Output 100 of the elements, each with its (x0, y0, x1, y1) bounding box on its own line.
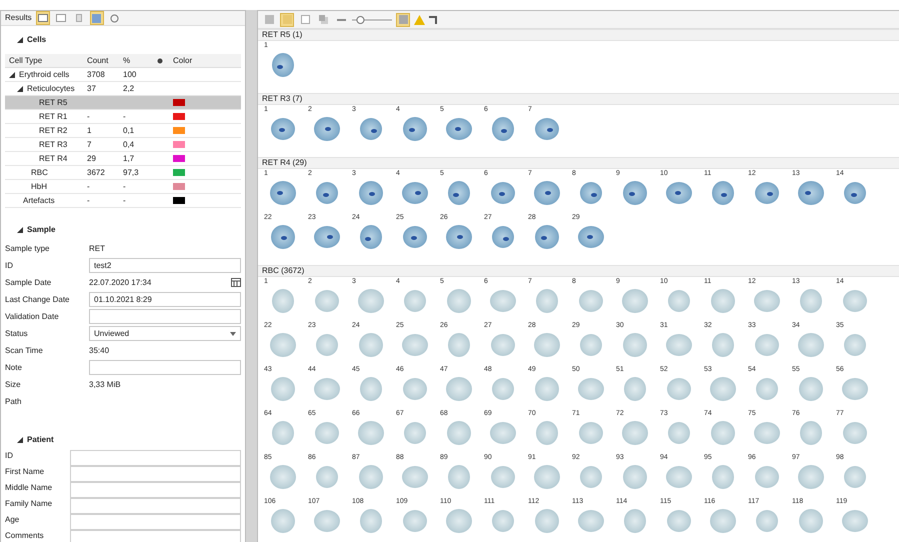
input-field[interactable]: test2 (89, 258, 241, 273)
blood-cell-image[interactable] (532, 462, 562, 492)
table-row[interactable]: RBC 3672 97,3 (5, 166, 241, 180)
blood-cell-image[interactable] (356, 462, 386, 492)
color-swatch[interactable] (173, 127, 185, 134)
blood-cell-image[interactable] (532, 330, 562, 360)
field-label: Note (5, 362, 23, 374)
count-cell-text: 3672 (87, 166, 106, 178)
cell-type-label: Artefacts (23, 194, 55, 206)
blood-cell-image[interactable] (268, 330, 298, 360)
blood-cell-image[interactable] (268, 374, 298, 404)
table-row[interactable]: HbH - - (5, 180, 241, 194)
blood-cell-image[interactable] (708, 286, 738, 316)
blood-cell-image[interactable] (796, 330, 826, 360)
column-header[interactable]: Color (173, 54, 192, 66)
expander-icon[interactable] (9, 72, 15, 78)
column-header[interactable]: % (123, 54, 157, 66)
expander-icon[interactable] (17, 86, 23, 92)
column-header[interactable]: Cell Type (5, 54, 87, 66)
blood-cell-image[interactable] (796, 506, 826, 536)
blood-cell-image[interactable] (708, 506, 738, 536)
panel-icon[interactable] (36, 11, 50, 25)
table-row[interactable]: RET R2 1 0,1 (5, 124, 241, 138)
input-field[interactable] (89, 309, 241, 324)
field-label: Middle Name (5, 482, 54, 494)
input-field[interactable] (70, 466, 241, 482)
input-field[interactable] (70, 450, 241, 466)
blood-cell-image[interactable] (620, 462, 650, 492)
blood-cell-image[interactable] (796, 462, 826, 492)
blood-cell-image[interactable] (620, 178, 650, 208)
field-label: Size (5, 378, 22, 390)
blood-cell-image[interactable] (532, 222, 562, 252)
color-swatch[interactable] (173, 113, 185, 120)
field-label: Age (5, 514, 20, 526)
percent-cell-text: - (123, 194, 127, 206)
section-title[interactable]: Sample (27, 224, 56, 236)
blood-cell-image[interactable] (356, 178, 386, 208)
blood-cell-image[interactable] (620, 286, 650, 316)
group-header[interactable]: RET R3 (7) (258, 93, 899, 105)
panel-icon[interactable] (298, 12, 312, 26)
percent-cell-text: 1,7 (123, 152, 136, 164)
blood-cell-image[interactable] (444, 418, 474, 448)
input-field[interactable] (70, 482, 241, 498)
color-swatch[interactable] (173, 183, 185, 190)
panel-icon[interactable] (54, 11, 68, 25)
table-row[interactable]: RET R5 (5, 96, 241, 110)
blood-cell-image[interactable] (796, 374, 826, 404)
expander-icon[interactable] (17, 437, 23, 443)
calendar-icon[interactable] (231, 278, 241, 287)
blood-cell-image[interactable] (796, 178, 826, 208)
table-row[interactable]: Artefacts - - (5, 194, 241, 208)
color-swatch[interactable] (173, 141, 185, 148)
input-field[interactable] (89, 360, 241, 375)
expander-icon[interactable] (17, 37, 23, 43)
corner-icon[interactable] (429, 16, 437, 24)
section-title[interactable]: Patient (27, 434, 54, 446)
group-header[interactable]: RET R5 (1) (258, 29, 899, 41)
blood-cell-image[interactable] (356, 330, 386, 360)
expander-icon[interactable] (17, 227, 23, 233)
blood-cell-image[interactable] (532, 374, 562, 404)
blood-cell-image[interactable] (268, 178, 298, 208)
blood-cell-image[interactable] (400, 114, 430, 144)
blood-cell-image[interactable] (268, 222, 298, 252)
input-field[interactable] (70, 514, 241, 530)
blood-cell-image[interactable] (708, 418, 738, 448)
blood-cell-image[interactable] (532, 506, 562, 536)
blood-cell-image[interactable] (708, 374, 738, 404)
blood-cell-image[interactable] (356, 286, 386, 316)
table-row[interactable]: Erythroid cells 3708 100 (5, 68, 241, 82)
input-field[interactable] (70, 498, 241, 514)
zoom-slider[interactable] (352, 14, 392, 24)
cell-type-label: Reticulocytes (27, 82, 75, 94)
blood-cell-image[interactable] (444, 222, 474, 252)
blood-cell-image[interactable] (312, 114, 342, 144)
group-header[interactable]: RBC (3672) (258, 265, 899, 277)
color-swatch[interactable] (173, 155, 185, 162)
table-row[interactable]: RET R1 - - (5, 110, 241, 124)
input-field[interactable]: 01.10.2021 8:29 (89, 292, 241, 307)
blood-cell-image[interactable] (532, 178, 562, 208)
table-row[interactable]: RET R3 7 0,4 (5, 138, 241, 152)
blood-cell-image[interactable] (444, 506, 474, 536)
color-swatch[interactable] (173, 169, 185, 176)
blood-cell-image[interactable] (444, 374, 474, 404)
group-header[interactable]: RET R4 (29) (258, 157, 899, 169)
blood-cell-image[interactable] (268, 506, 298, 536)
blood-cell-image[interactable] (620, 330, 650, 360)
column-header[interactable]: Count (87, 54, 123, 66)
blood-cell-image[interactable] (268, 462, 298, 492)
table-row[interactable]: RET R4 29 1,7 (5, 152, 241, 166)
warning-icon[interactable] (414, 14, 425, 24)
blood-cell-image[interactable] (444, 286, 474, 316)
copy-icon[interactable] (316, 12, 330, 26)
blood-cell-image[interactable] (356, 418, 386, 448)
percent-cell-text: 97,3 (123, 166, 140, 178)
section-title[interactable]: Cells (27, 34, 46, 46)
color-swatch[interactable] (173, 197, 185, 204)
color-swatch[interactable] (173, 99, 185, 106)
status-dropdown[interactable]: Unviewed (89, 326, 241, 341)
slider-thumb[interactable] (356, 16, 364, 24)
blood-cell-image[interactable] (620, 418, 650, 448)
